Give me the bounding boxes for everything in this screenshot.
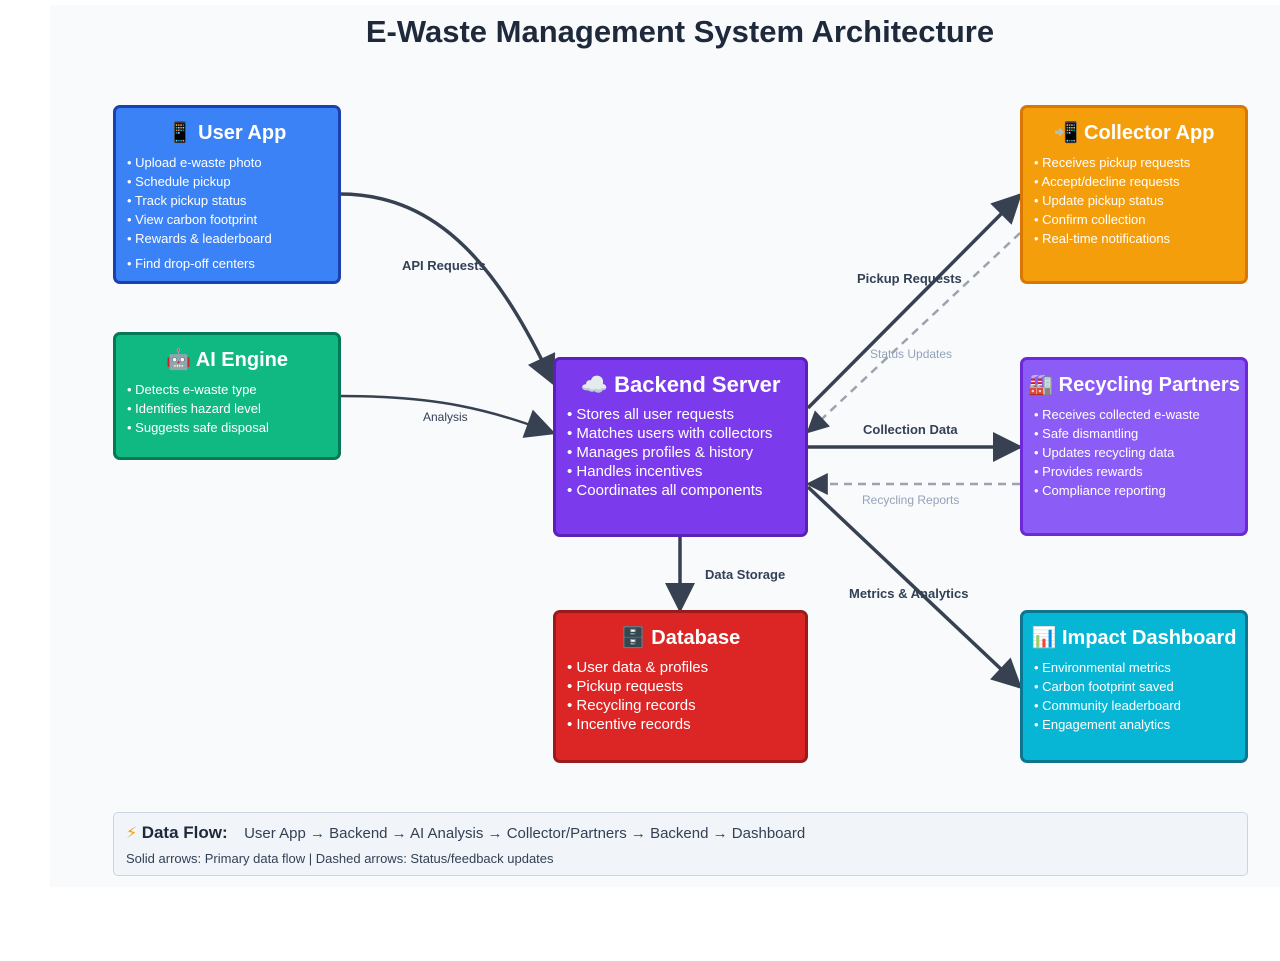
node-collector-app: 📲 Collector App • Receives pickup reques… (1020, 105, 1248, 284)
feature-item: • Accept/decline requests (1034, 174, 1180, 189)
edge-label-analysis: Analysis (423, 410, 468, 424)
feature-item: • Safe dismantling (1034, 426, 1139, 441)
feature-item: • Update pickup status (1034, 193, 1164, 208)
node-user-app: 📱 User App • Upload e-waste photo • Sche… (113, 105, 341, 284)
feature-item: • Detects e-waste type (127, 382, 257, 397)
data-flow-legend: ⚡ Data Flow: User App → Backend → AI Ana… (113, 812, 1248, 876)
feature-item: • Pickup requests (567, 678, 684, 695)
edge-label-data-storage: Data Storage (705, 567, 786, 582)
edge-label-api-requests: API Requests (402, 258, 486, 273)
feature-item: • Suggests safe disposal (127, 420, 269, 435)
node-collector-app-title: 📲 Collector App (1053, 122, 1215, 144)
node-impact-dashboard: 📊 Impact Dashboard • Environmental metri… (1020, 610, 1248, 763)
edge-label-pickup-requests: Pickup Requests (857, 271, 962, 286)
edge-label-status-updates: Status Updates (870, 347, 953, 361)
feature-item: • Handles incentives (567, 463, 703, 480)
node-backend-server-title: ☁️ Backend Server (580, 372, 781, 397)
feature-item: • Matches users with collectors (567, 425, 773, 442)
node-impact-dashboard-features: • Environmental metrics • Carbon footpri… (1034, 658, 1181, 734)
feature-item: • Identifies hazard level (127, 401, 261, 416)
node-collector-app-features: • Receives pickup requests • Accept/decl… (1034, 153, 1190, 248)
node-impact-dashboard-title: 📊 Impact Dashboard (1031, 627, 1237, 649)
feature-item: • Environmental metrics (1034, 660, 1171, 675)
node-recycling-partners-title: 🏭 Recycling Partners (1028, 374, 1240, 396)
feature-item: • Incentive records (567, 716, 691, 733)
node-ai-engine: 🤖 AI Engine • Detects e-waste type • Ide… (113, 332, 341, 460)
node-recycling-partners: 🏭 Recycling Partners • Receives collecte… (1020, 357, 1248, 536)
feature-item: • Confirm collection (1034, 212, 1146, 227)
edge-backend-to-collector (806, 192, 1023, 410)
feature-item: • Compliance reporting (1034, 483, 1166, 498)
node-database-title: 🗄️ Database (620, 627, 741, 649)
node-database-features: • User data & profiles • Pickup requests… (567, 658, 708, 734)
lightning-icon: ⚡ (126, 825, 138, 842)
feature-item: • Recycling records (567, 697, 696, 714)
feature-item: • Engagement analytics (1034, 717, 1171, 732)
mobile-arrow-icon: 📲 (1053, 122, 1079, 144)
cloud-icon: ☁️ (580, 372, 608, 397)
bar-chart-icon: 📊 (1031, 627, 1057, 649)
feature-item: • Community leaderboard (1034, 698, 1181, 713)
feature-item: • Coordinates all components (567, 482, 763, 499)
edge-user-to-backend (339, 192, 556, 386)
feature-item: • Track pickup status (127, 193, 247, 208)
feature-item: • Real-time notifications (1034, 231, 1171, 246)
edge-label-collection-data: Collection Data (863, 422, 958, 437)
legend-title: Data Flow: (141, 823, 228, 842)
edge-label-recycling-reports: Recycling Reports (862, 493, 960, 507)
feature-item: • Manages profiles & history (567, 444, 754, 461)
feature-item: • Provides rewards (1034, 464, 1143, 479)
edge-collector-to-backend (806, 232, 1021, 434)
node-ai-engine-features: • Detects e-waste type • Identifies haza… (127, 380, 269, 437)
node-recycling-partners-features: • Receives collected e-waste • Safe dism… (1034, 405, 1200, 500)
edge-label-metrics-analytics: Metrics & Analytics (849, 586, 969, 601)
node-user-app-title: 📱 User App (167, 122, 287, 144)
legend-flow-text: User App → Backend → AI Analysis → Colle… (244, 825, 806, 842)
feature-item: • Stores all user requests (567, 406, 734, 423)
feature-item: • Upload e-waste photo (127, 155, 262, 170)
node-backend-server-features: • Stores all user requests • Matches use… (567, 405, 772, 500)
feature-item: • Receives pickup requests (1034, 155, 1191, 170)
legend-note: Solid arrows: Primary data flow | Dashed… (126, 851, 554, 866)
feature-item: • Rewards & leaderboard (127, 231, 272, 246)
file-cabinet-icon: 🗄️ (620, 627, 646, 649)
mobile-phone-icon: 📱 (167, 122, 193, 144)
feature-item: • View carbon footprint (127, 212, 258, 227)
feature-item: • Updates recycling data (1034, 445, 1175, 460)
factory-icon: 🏭 (1028, 374, 1054, 396)
feature-item: • User data & profiles (567, 659, 709, 676)
node-backend-server: ☁️ Backend Server • Stores all user requ… (553, 357, 808, 537)
robot-icon: 🤖 (166, 349, 191, 371)
node-user-app-features: • Upload e-waste photo • Schedule pickup… (127, 153, 272, 273)
node-database: 🗄️ Database • User data & profiles • Pic… (553, 610, 808, 763)
feature-item: • Schedule pickup (127, 174, 231, 189)
feature-item: • Receives collected e-waste (1034, 407, 1200, 422)
legend-header: ⚡ Data Flow: User App → Backend → AI Ana… (126, 823, 805, 843)
feature-item: • Carbon footprint saved (1034, 679, 1174, 694)
feature-item: • Find drop-off centers (127, 256, 255, 271)
node-ai-engine-title: 🤖 AI Engine (166, 349, 288, 371)
